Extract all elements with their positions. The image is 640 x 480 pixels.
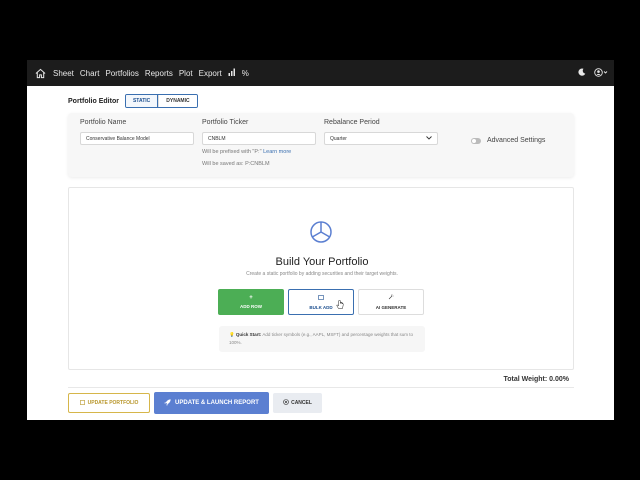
builder-subtitle: Create a static portfolio by adding secu… [246,271,398,277]
portfolio-ticker-label: Portfolio Ticker [202,119,249,126]
mode-static-button[interactable]: STATIC [125,95,159,107]
nav-item-export[interactable]: Export [199,69,222,78]
update-portfolio-button[interactable]: UPDATE PORTFOLIO [68,393,150,413]
ticker-prefix-hint: Will be prefixed with "P:" Learn more [202,149,291,155]
toggle-switch-icon[interactable] [471,137,481,144]
portfolio-ticker-value: CNBLM [208,135,226,142]
rebalance-period-label: Rebalance Period [324,119,380,126]
add-row-label: ADD ROW [240,304,262,309]
magic-wand-icon [388,294,394,302]
nav-item-plot[interactable]: Plot [179,69,193,78]
lightbulb-icon: 💡 [229,332,235,337]
user-icon[interactable] [594,67,608,79]
editor-header: Portfolio Editor STATIC DYNAMIC [68,94,198,108]
advanced-settings-toggle[interactable]: Advanced Settings [471,137,545,144]
quick-start-label: Quick Start: [235,332,262,337]
portfolio-name-label: Portfolio Name [80,119,127,126]
rebalance-period-select[interactable]: Quarter [324,132,438,145]
bulk-add-label: BULK ADD [309,304,333,310]
app-window: Sheet Chart Portfolios Reports Plot Expo… [27,60,614,420]
saved-as-hint: Will be saved as: P:CNBLM [202,161,270,167]
rebalance-period-value: Quarter [330,135,347,142]
nav-right-controls [578,67,608,79]
checkbox-icon [79,399,85,407]
nav-item-chart[interactable]: Chart [80,69,100,78]
ai-generate-button[interactable]: AI GENERATE [358,289,424,315]
portfolio-ticker-input[interactable]: CNBLM [202,132,316,145]
page-title: Portfolio Editor [68,97,119,105]
portfolio-name-value: Conservative Balance Model [86,135,150,142]
hand-cursor-icon [336,300,344,312]
mode-toggle: STATIC DYNAMIC [124,94,198,108]
rocket-icon [164,398,171,408]
nav-item-sheet[interactable]: Sheet [53,69,74,78]
plus-icon: + [249,295,253,301]
bar-chart-icon[interactable] [228,68,236,78]
bulk-add-button[interactable]: BULK ADD [288,289,354,315]
pie-chart-icon [309,220,333,244]
settings-card: Portfolio Name Conservative Balance Mode… [68,113,574,177]
home-icon[interactable] [33,66,47,80]
percent-icon[interactable]: % [242,69,249,78]
total-weight: Total Weight: 0.00% [503,376,569,383]
prefix-hint-text: Will be prefixed with "P:" [202,149,262,155]
footer-divider [68,387,574,388]
update-portfolio-label: UPDATE PORTFOLIO [87,400,139,406]
nav-item-reports[interactable]: Reports [145,69,173,78]
cancel-circle-icon [283,399,289,407]
update-launch-label: UPDATE & LAUNCH REPORT [175,400,259,406]
mode-dynamic-button[interactable]: DYNAMIC [158,95,197,107]
clipboard-icon [318,294,324,302]
nav-item-portfolios[interactable]: Portfolios [105,69,138,78]
moon-icon[interactable] [578,68,586,78]
chevron-down-icon [426,135,432,142]
main-content: Portfolio Editor STATIC DYNAMIC Portfoli… [27,86,614,420]
top-navbar: Sheet Chart Portfolios Reports Plot Expo… [27,60,614,86]
portfolio-name-input[interactable]: Conservative Balance Model [80,132,194,145]
add-row-button[interactable]: + ADD ROW [218,289,284,315]
update-launch-report-button[interactable]: UPDATE & LAUNCH REPORT [154,392,269,414]
builder-title: Build Your Portfolio [275,256,369,268]
quick-start-tip: 💡 Quick Start: Add ticker symbols (e.g.,… [219,326,425,352]
builder-card: Build Your Portfolio Create a static por… [68,187,574,370]
advanced-settings-label: Advanced Settings [487,137,546,144]
learn-more-link[interactable]: Learn more [263,149,291,155]
ai-generate-label: AI GENERATE [375,305,407,310]
cancel-label: CANCEL [291,400,312,406]
cancel-button[interactable]: CANCEL [273,393,322,413]
